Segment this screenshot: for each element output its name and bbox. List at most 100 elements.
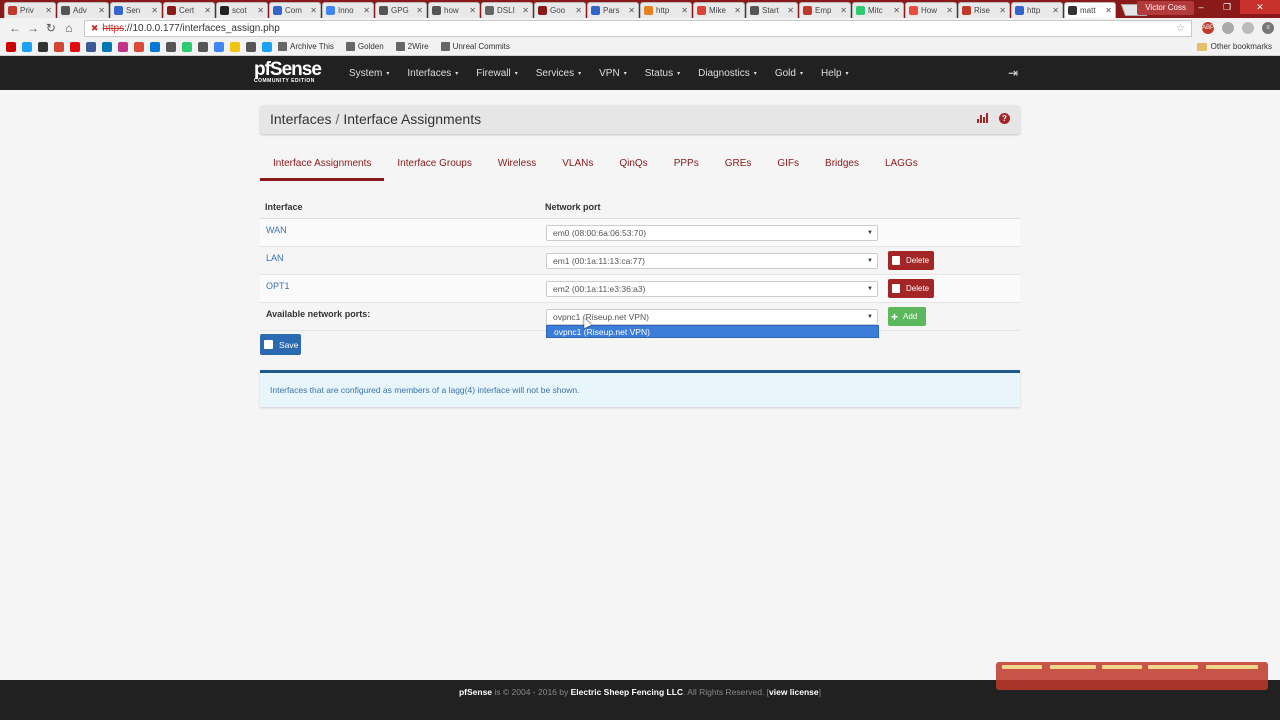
browser-tab[interactable]: Adv ✕ <box>57 2 109 18</box>
bookmark-favicon-icon[interactable] <box>182 41 192 52</box>
tab-close-icon[interactable]: ✕ <box>257 6 264 15</box>
menu-firewall[interactable]: Firewall ▾ <box>467 68 526 79</box>
tab-close-icon[interactable]: ✕ <box>204 6 211 15</box>
pfsense-logo[interactable]: pfSense COMMUNITY EDITION <box>254 60 322 84</box>
help-icon[interactable]: ? <box>999 113 1010 124</box>
extension-icon[interactable]: ABP <box>1202 22 1214 34</box>
tab-close-icon[interactable]: ✕ <box>946 6 953 15</box>
bookmark-favicon-icon[interactable] <box>246 41 256 52</box>
tab-wireless[interactable]: Wireless <box>485 150 549 181</box>
bookmark-favicon-icon[interactable] <box>86 41 96 52</box>
browser-tab[interactable]: Com ✕ <box>269 2 321 18</box>
breadcrumb-parent[interactable]: Interfaces <box>270 111 331 127</box>
tab-close-icon[interactable]: ✕ <box>45 6 52 15</box>
add-button[interactable]: + Add <box>888 307 926 326</box>
bookmark-favicon-icon[interactable] <box>70 41 80 52</box>
bookmark-item[interactable]: Golden <box>345 42 384 51</box>
tab-close-icon[interactable]: ✕ <box>469 6 476 15</box>
bookmark-favicon-icon[interactable] <box>38 41 48 52</box>
window-close-button[interactable]: ✕ <box>1240 0 1280 14</box>
tab-close-icon[interactable]: ✕ <box>416 6 423 15</box>
browser-tab[interactable]: Emp ✕ <box>799 2 851 18</box>
menu-help[interactable]: Help ▾ <box>812 68 858 79</box>
menu-services[interactable]: Services ▾ <box>527 68 590 79</box>
tab-laggs[interactable]: LAGGs <box>872 150 931 181</box>
menu-diagnostics[interactable]: Diagnostics ▾ <box>689 68 766 79</box>
tab-ppps[interactable]: PPPs <box>661 150 712 181</box>
browser-tab[interactable]: how ✕ <box>428 2 480 18</box>
bookmark-favicon-icon[interactable] <box>214 41 224 52</box>
tab-close-icon[interactable]: ✕ <box>787 6 794 15</box>
browser-tab[interactable]: Goo ✕ <box>534 2 586 18</box>
browser-tab[interactable]: matt ✕ <box>1064 2 1116 18</box>
tab-close-icon[interactable]: ✕ <box>363 6 370 15</box>
browser-tab[interactable]: Priv ✕ <box>4 2 56 18</box>
tab-close-icon[interactable]: ✕ <box>98 6 105 15</box>
tab-close-icon[interactable]: ✕ <box>575 6 582 15</box>
bookmark-star-icon[interactable]: ☆ <box>1176 23 1185 34</box>
network-port-select[interactable]: em1 (00:1a:11:13:ca:77) ▼ <box>546 252 878 269</box>
logout-icon[interactable]: ⇥ <box>1008 66 1018 80</box>
tab-close-icon[interactable]: ✕ <box>734 6 741 15</box>
address-bar[interactable]: ✖ https ://10.0.0.177/interfaces_assign.… <box>83 19 1192 37</box>
tab-vlans[interactable]: VLANs <box>549 150 606 181</box>
network-port-select[interactable]: em0 (08:00:6a:06:53:70) ▼ <box>546 224 878 241</box>
other-bookmarks[interactable]: Other bookmarks <box>1196 42 1272 51</box>
interface-name-link[interactable]: LAN <box>266 247 546 263</box>
bookmark-favicon-icon[interactable] <box>22 41 32 52</box>
extension-icon[interactable] <box>1222 22 1234 34</box>
browser-tab[interactable]: Mike ✕ <box>693 2 745 18</box>
tab-bridges[interactable]: Bridges <box>812 150 872 181</box>
browser-tab[interactable]: GPG ✕ <box>375 2 427 18</box>
tab-interface-assignments[interactable]: Interface Assignments <box>260 150 385 181</box>
dropdown-option-ovpnc1[interactable]: ovpnc1 (Riseup.net VPN) <box>546 325 879 338</box>
menu-system[interactable]: System ▾ <box>340 68 398 79</box>
bookmark-favicon-icon[interactable] <box>54 41 64 52</box>
tab-close-icon[interactable]: ✕ <box>1052 6 1059 15</box>
window-minimize-button[interactable]: – <box>1188 0 1214 14</box>
browser-tab[interactable]: http ✕ <box>1011 2 1063 18</box>
bookmark-favicon-icon[interactable] <box>6 41 16 52</box>
forward-icon[interactable]: → <box>24 21 42 35</box>
browser-tab[interactable]: Inno ✕ <box>322 2 374 18</box>
bookmark-item[interactable]: Unreal Commits <box>440 42 510 51</box>
browser-tab[interactable]: Sen ✕ <box>110 2 162 18</box>
interface-name-link[interactable]: OPT1 <box>266 275 546 291</box>
interface-name-link[interactable]: WAN <box>266 219 546 235</box>
tab-qinqs[interactable]: QinQs <box>606 150 660 181</box>
bookmark-favicon-icon[interactable] <box>102 41 112 52</box>
menu-status[interactable]: Status ▾ <box>636 68 689 79</box>
bookmark-favicon-icon[interactable] <box>134 41 144 52</box>
tab-close-icon[interactable]: ✕ <box>999 6 1006 15</box>
tab-interface-groups[interactable]: Interface Groups <box>384 150 484 181</box>
bookmark-item[interactable]: 2Wire <box>395 42 429 51</box>
menu-vpn[interactable]: VPN ▾ <box>590 68 636 79</box>
tab-close-icon[interactable]: ✕ <box>151 6 158 15</box>
insecure-lock-icon[interactable]: ✖ <box>91 23 99 34</box>
browser-tab[interactable]: Start ✕ <box>746 2 798 18</box>
browser-tab[interactable]: Cert ✕ <box>163 2 215 18</box>
bookmark-item[interactable]: Archive This <box>278 42 334 51</box>
tab-gres[interactable]: GREs <box>712 150 765 181</box>
footer-company-link[interactable]: Electric Sheep Fencing LLC <box>571 687 683 697</box>
browser-tab[interactable]: How ✕ <box>905 2 957 18</box>
delete-button[interactable]: Delete <box>888 251 934 270</box>
browser-tab[interactable]: Mitc ✕ <box>852 2 904 18</box>
menu-gold[interactable]: Gold ▾ <box>766 68 812 79</box>
tab-gifs[interactable]: GIFs <box>764 150 812 181</box>
window-maximize-button[interactable]: ❐ <box>1214 0 1240 14</box>
extension-icon[interactable] <box>1242 22 1254 34</box>
bookmark-favicon-icon[interactable] <box>166 41 176 52</box>
tab-close-icon[interactable]: ✕ <box>310 6 317 15</box>
menu-interfaces[interactable]: Interfaces ▾ <box>398 68 467 79</box>
bar-chart-icon[interactable] <box>977 113 989 123</box>
tab-close-icon[interactable]: ✕ <box>893 6 900 15</box>
bookmark-favicon-icon[interactable] <box>230 41 240 52</box>
bookmark-favicon-icon[interactable] <box>150 41 160 52</box>
delete-button[interactable]: Delete <box>888 279 934 298</box>
extension-icon[interactable]: ≡ <box>1262 22 1274 34</box>
reload-icon[interactable]: ↻ <box>42 21 60 35</box>
browser-tab[interactable]: scot ✕ <box>216 2 268 18</box>
view-license-link[interactable]: view license <box>769 687 819 697</box>
browser-tab[interactable]: Pars ✕ <box>587 2 639 18</box>
